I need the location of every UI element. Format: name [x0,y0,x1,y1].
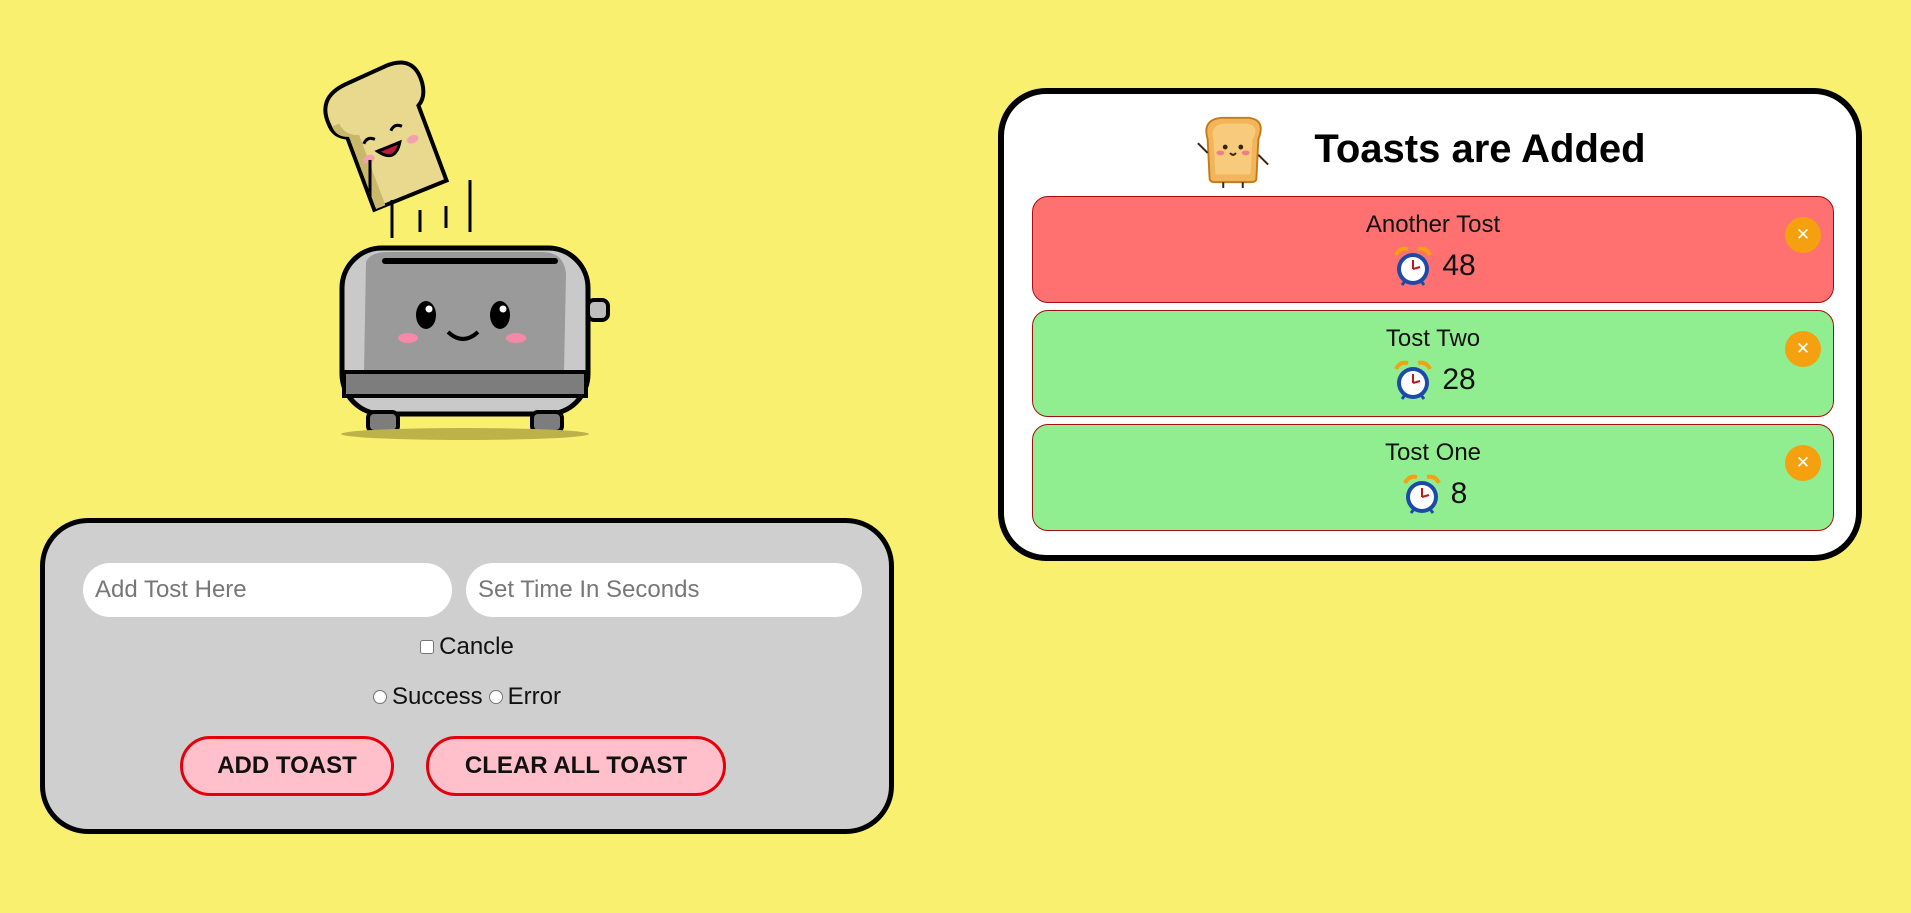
cancel-label: Cancle [439,633,514,660]
input-row [83,563,862,617]
toast-name: Tost One [1384,439,1482,466]
alarm-clock-icon [1394,246,1433,286]
close-icon: ✕ [1795,453,1811,473]
error-radio[interactable] [488,690,503,704]
toast-timer: 8 [1033,471,1833,517]
add-toast-form: Cancle Success Error ADD TOAST CLEAR ALL… [40,518,894,834]
toast-timer: 28 [1033,357,1833,403]
close-icon: ✕ [1795,225,1811,245]
toast-seconds: 8 [1450,477,1468,510]
add-toast-button[interactable]: ADD TOAST [180,736,394,796]
toast-timer: 48 [1033,243,1833,289]
toast-item: Tost One 8 ✕ [1032,424,1834,531]
close-toast-button[interactable]: ✕ [1785,217,1821,253]
toast-seconds: 28 [1442,363,1476,396]
panel-title: Toasts are Added [1314,126,1646,171]
close-icon: ✕ [1795,339,1811,359]
error-option[interactable]: Error [488,683,562,711]
status-options: Success Error [45,683,889,711]
success-option[interactable]: Success [372,683,483,711]
form-buttons: ADD TOAST CLEAR ALL TOAST [45,736,889,796]
close-toast-button[interactable]: ✕ [1785,331,1821,367]
clear-all-toast-button[interactable]: CLEAR ALL TOAST [426,736,726,796]
toast-name: Tost Two [1385,325,1481,352]
cancel-checkbox[interactable] [420,640,435,654]
cancel-option: Cancle [45,633,889,661]
toast-mascot-icon [1197,116,1270,188]
toast-item: Tost Two 28 ✕ [1032,310,1834,417]
tost-name-input[interactable] [83,563,452,617]
toast-list-panel: Toasts are Added Another Tost 48 ✕ Tost … [998,88,1862,561]
toast-item: Another Tost 48 ✕ [1032,196,1834,303]
success-radio[interactable] [372,690,387,704]
alarm-clock-icon [1402,474,1441,514]
time-seconds-input[interactable] [466,563,862,617]
toast-name: Another Tost [1365,211,1501,238]
alarm-clock-icon [1394,360,1433,400]
error-label: Error [507,683,562,710]
success-label: Success [391,683,483,710]
close-toast-button[interactable]: ✕ [1785,445,1821,481]
toast-seconds: 48 [1442,249,1476,282]
toaster-illustration [320,60,620,445]
panel-header: Toasts are Added [1004,110,1856,188]
toaster-with-toast-icon [323,60,610,440]
